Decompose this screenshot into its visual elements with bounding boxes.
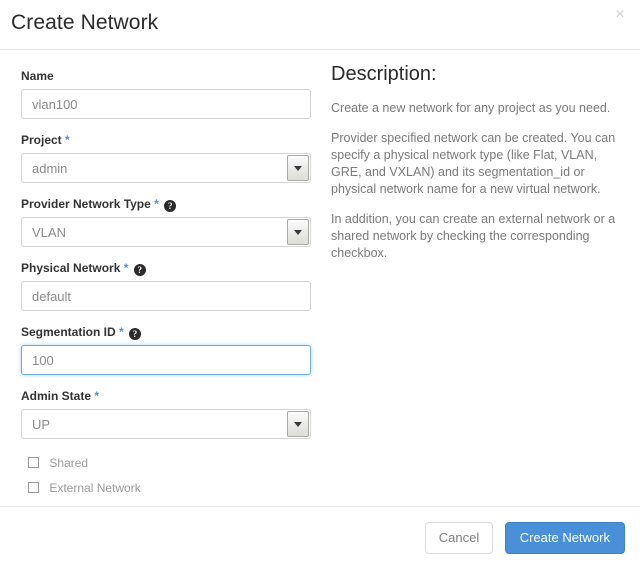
required-asterisk: * (119, 325, 124, 339)
help-icon[interactable]: ? (129, 328, 141, 340)
label-provider-network-type: Provider Network Type * ? (21, 197, 311, 212)
provider-network-type-select[interactable]: VLAN (21, 217, 311, 247)
network-form: Name Project * admin (21, 69, 311, 506)
field-admin-state: Admin State * UP (21, 389, 311, 439)
create-network-modal: Create Network × Name Project * (0, 0, 640, 568)
field-project: Project * admin (21, 133, 311, 183)
provider-network-type-select-wrap: VLAN (21, 217, 311, 247)
label-physical-network-text: Physical Network (21, 261, 120, 275)
segmentation-id-input[interactable] (21, 345, 311, 375)
label-admin-state-text: Admin State (21, 389, 91, 403)
label-physical-network: Physical Network * ? (21, 261, 311, 276)
name-input[interactable] (21, 89, 311, 119)
admin-state-select[interactable]: UP (21, 409, 311, 439)
page-title: Create Network (11, 11, 158, 35)
required-asterisk: * (154, 197, 159, 211)
required-asterisk: * (65, 133, 70, 147)
description-paragraph: In addition, you can create an external … (331, 211, 616, 262)
description-paragraph: Create a new network for any project as … (331, 100, 616, 117)
physical-network-input[interactable] (21, 281, 311, 311)
checkbox-box[interactable] (28, 482, 39, 493)
project-select-wrap: admin (21, 153, 311, 183)
cancel-button[interactable]: Cancel (425, 522, 493, 554)
label-segmentation-id: Segmentation ID * ? (21, 325, 311, 340)
checkbox-box[interactable] (28, 457, 39, 468)
label-project: Project * (21, 133, 311, 148)
label-provider-network-type-text: Provider Network Type (21, 197, 151, 211)
description-title: Description: (331, 62, 616, 86)
project-select[interactable]: admin (21, 153, 311, 183)
label-project-text: Project (21, 133, 62, 147)
help-icon[interactable]: ? (164, 200, 176, 212)
label-name-text: Name (21, 69, 54, 83)
admin-state-select-wrap: UP (21, 409, 311, 439)
field-segmentation-id: Segmentation ID * ? (21, 325, 311, 375)
label-segmentation-id-text: Segmentation ID (21, 325, 116, 339)
modal-footer: Cancel Create Network (0, 506, 640, 568)
checkbox-shared[interactable]: Shared (28, 456, 311, 470)
field-name: Name (21, 69, 311, 119)
label-admin-state: Admin State * (21, 389, 311, 404)
modal-body: Name Project * admin (0, 50, 640, 506)
field-provider-network-type: Provider Network Type * ? VLAN (21, 197, 311, 247)
checkbox-shared-label: Shared (49, 456, 88, 470)
field-physical-network: Physical Network * ? (21, 261, 311, 311)
required-asterisk: * (124, 261, 129, 275)
checkbox-external-network-label: External Network (49, 481, 140, 495)
create-network-button[interactable]: Create Network (505, 522, 625, 554)
label-name: Name (21, 69, 311, 84)
modal-header: Create Network × (0, 0, 640, 50)
close-icon[interactable]: × (611, 6, 629, 24)
description-panel: Description: Create a new network for an… (331, 62, 616, 275)
help-icon[interactable]: ? (134, 264, 146, 276)
checkbox-external-network[interactable]: External Network (28, 481, 311, 495)
required-asterisk: * (94, 389, 99, 403)
description-paragraph: Provider specified network can be create… (331, 130, 616, 198)
